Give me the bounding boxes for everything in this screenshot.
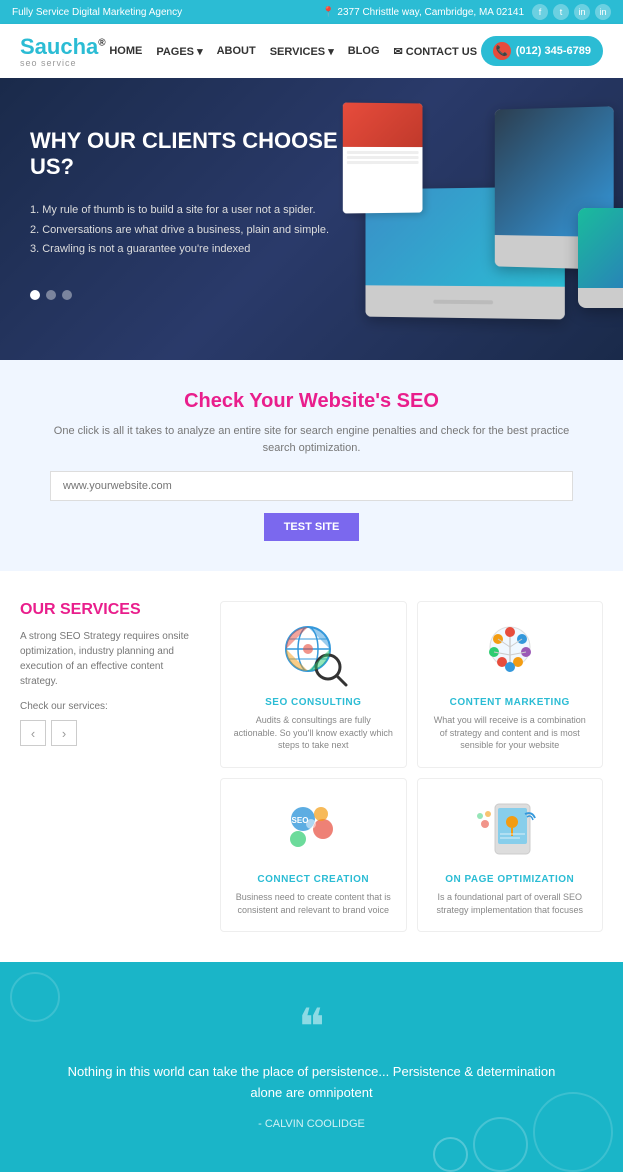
content-marketing-icon: [470, 617, 550, 687]
next-button[interactable]: ›: [51, 720, 77, 746]
nav-contact[interactable]: ✉ CONTACT US: [394, 45, 478, 58]
services-section: OUR SERVICES A strong SEO Strategy requi…: [0, 571, 623, 962]
top-bar: Fully Service Digital Marketing Agency 📍…: [0, 0, 623, 24]
dot-3[interactable]: [62, 290, 72, 300]
check-services-label: Check our services:: [20, 701, 200, 712]
hero-section: WHY OUR CLIENTS CHOOSE US? My rule of th…: [0, 78, 623, 360]
phone-icon: 📞: [493, 42, 511, 60]
on-page-icon: [470, 794, 550, 864]
connect-creation-desc: Business need to create content that is …: [233, 891, 394, 916]
seo-url-input[interactable]: [50, 471, 573, 501]
service-card-connect-creation: SEO CONNECT CREATION Business need to cr…: [220, 778, 407, 932]
device-mockups: [333, 98, 623, 338]
logo-name: Saucha®: [20, 34, 106, 60]
services-heading: OUR SERVICES: [20, 601, 200, 619]
service-card-on-page: ON PAGE OPTIMIZATION Is a foundational p…: [417, 778, 604, 932]
quote-mark: ❝: [60, 1002, 563, 1052]
content-marketing-icon-container: [470, 617, 550, 687]
nav-home[interactable]: HOME: [109, 45, 142, 57]
location-icon: 📍: [322, 7, 334, 18]
twitter-icon[interactable]: t: [553, 4, 569, 20]
hero-title: WHY OUR CLIENTS CHOOSE US?: [30, 128, 350, 181]
on-page-desc: Is a foundational part of overall SEO st…: [430, 891, 591, 916]
hero-list: My rule of thumb is to build a site for …: [30, 201, 350, 260]
phone-number: (012) 345-6789: [516, 45, 591, 57]
circle-sm: [433, 1137, 468, 1172]
services-layout: OUR SERVICES A strong SEO Strategy requi…: [20, 601, 603, 932]
facebook-icon[interactable]: f: [532, 4, 548, 20]
phone-button[interactable]: 📞 (012) 345-6789: [481, 36, 603, 66]
testimonial-section: ❝ Nothing in this world can take the pla…: [0, 962, 623, 1172]
seo-consulting-icon-container: [273, 617, 353, 687]
seo-consulting-title: SEO CONSULTING: [233, 697, 394, 708]
prev-button[interactable]: ‹: [20, 720, 46, 746]
seo-check-section: Check Your Website's SEO One click is al…: [0, 360, 623, 571]
nav-links: HOME PAGES ▾ ABOUT SERVICES ▾ BLOG ✉ CON…: [109, 45, 477, 58]
phone-device: [578, 208, 623, 308]
seo-input-row: [50, 471, 573, 501]
decorative-circle-top: [10, 972, 60, 1022]
dot-2[interactable]: [46, 290, 56, 300]
hero-content: WHY OUR CLIENTS CHOOSE US? My rule of th…: [30, 128, 350, 300]
connect-creation-title: CONNECT CREATION: [233, 874, 394, 885]
hero-list-item-1: My rule of thumb is to build a site for …: [30, 201, 350, 221]
seo-globe-icon: [273, 617, 353, 687]
arrow-buttons: ‹ ›: [20, 720, 200, 746]
nav-pages[interactable]: PAGES ▾: [156, 45, 202, 58]
hero-list-item-2: Conversations are what drive a business,…: [30, 221, 350, 241]
content-marketing-desc: What you will receive is a combination o…: [430, 714, 591, 752]
nav-contact-btn: 📞 (012) 345-6789: [481, 36, 603, 66]
address-text: 📍 2377 Christtle way, Cambridge, MA 0214…: [322, 7, 524, 18]
logo: Saucha® seo service: [20, 34, 106, 68]
circle-top-left: [10, 972, 60, 1022]
circle-md: [473, 1117, 528, 1172]
on-page-icon-container: [470, 794, 550, 864]
circle-lg: [533, 1092, 613, 1172]
instagram-icon[interactable]: in: [595, 4, 611, 20]
content-marketing-title: CONTENT MARKETING: [430, 697, 591, 708]
test-site-button[interactable]: TEST SITE: [264, 513, 360, 541]
book-device: [343, 103, 423, 214]
top-bar-left: Fully Service Digital Marketing Agency: [12, 7, 182, 18]
hero-dots: [30, 290, 350, 300]
dot-1[interactable]: [30, 290, 40, 300]
seo-consulting-desc: Audits & consultings are fully actionabl…: [233, 714, 394, 752]
nav-blog[interactable]: BLOG: [348, 45, 380, 57]
seo-check-title: Check Your Website's SEO: [50, 390, 573, 413]
services-description: A strong SEO Strategy requires onsite op…: [20, 629, 200, 689]
hero-devices: [323, 88, 623, 348]
connect-creation-icon-container: SEO: [273, 794, 353, 864]
nav-about[interactable]: ABOUT: [217, 45, 256, 57]
testimonial-author: - CALVIN COOLIDGE: [258, 1118, 365, 1130]
seo-check-description: One click is all it takes to analyze an …: [50, 423, 573, 456]
social-links: f t in in: [532, 4, 611, 20]
navbar: Saucha® seo service HOME PAGES ▾ ABOUT S…: [0, 24, 623, 78]
service-card-content-marketing: CONTENT MARKETING What you will receive …: [417, 601, 604, 768]
connect-creation-icon: SEO: [273, 794, 353, 864]
agency-label: Fully Service Digital Marketing Agency: [12, 7, 182, 18]
nav-services[interactable]: SERVICES ▾: [270, 45, 334, 58]
on-page-title: ON PAGE OPTIMIZATION: [430, 874, 591, 885]
services-grid: SEO CONSULTING Audits & consultings are …: [220, 601, 603, 932]
service-card-seo-consulting: SEO CONSULTING Audits & consultings are …: [220, 601, 407, 768]
linkedin-icon[interactable]: in: [574, 4, 590, 20]
decorative-circles: [433, 1092, 613, 1172]
services-left-panel: OUR SERVICES A strong SEO Strategy requi…: [20, 601, 200, 932]
hero-list-item-3: Crawling is not a guarantee you're index…: [30, 240, 350, 260]
svg-text:SEO: SEO: [292, 816, 309, 825]
top-bar-right: 📍 2377 Christtle way, Cambridge, MA 0214…: [322, 4, 611, 20]
logo-subtitle: seo service: [20, 58, 106, 68]
